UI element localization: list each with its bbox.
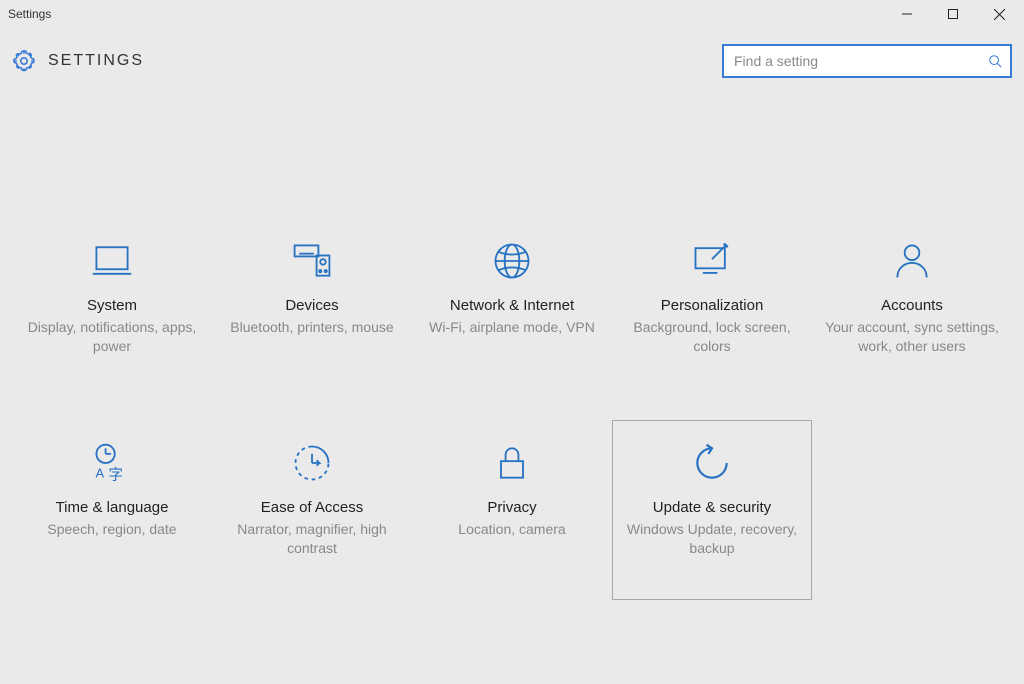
tile-time-language[interactable]: A 字 Time & language Speech, region, date: [12, 420, 212, 600]
header-left: SETTINGS: [12, 49, 144, 73]
tile-subtitle: Speech, region, date: [47, 520, 176, 539]
tile-title: System: [87, 297, 137, 314]
svg-text:A: A: [96, 466, 105, 481]
tile-title: Privacy: [487, 499, 536, 516]
maximize-icon: [948, 9, 958, 19]
tile-ease-of-access[interactable]: Ease of Access Narrator, magnifier, high…: [212, 420, 412, 600]
header: SETTINGS: [0, 28, 1024, 78]
tile-subtitle: Your account, sync settings, work, other…: [823, 318, 1001, 356]
tile-subtitle: Location, camera: [458, 520, 565, 539]
personalization-icon: [690, 239, 734, 283]
tile-title: Devices: [285, 297, 338, 314]
gear-icon: [12, 49, 36, 73]
tile-subtitle: Display, notifications, apps, power: [23, 318, 201, 356]
display-icon: [90, 239, 134, 283]
globe-icon: [490, 239, 534, 283]
tile-system[interactable]: System Display, notifications, apps, pow…: [12, 218, 212, 398]
tile-title: Network & Internet: [450, 297, 574, 314]
search-icon: [988, 54, 1002, 68]
tile-update-security[interactable]: Update & security Windows Update, recove…: [612, 420, 812, 600]
minimize-button[interactable]: [884, 0, 930, 28]
tile-subtitle: Bluetooth, printers, mouse: [230, 318, 393, 337]
close-icon: [994, 9, 1005, 20]
titlebar: Settings: [0, 0, 1024, 28]
svg-text:字: 字: [108, 467, 123, 484]
close-button[interactable]: [976, 0, 1022, 28]
search-box[interactable]: [722, 44, 1012, 78]
tile-personalization[interactable]: Personalization Background, lock screen,…: [612, 218, 812, 398]
tile-title: Time & language: [56, 499, 169, 516]
lock-icon: [490, 441, 534, 485]
devices-icon: [290, 239, 334, 283]
tile-title: Accounts: [881, 297, 943, 314]
tile-subtitle: Wi-Fi, airplane mode, VPN: [429, 318, 595, 337]
time-language-icon: A 字: [90, 441, 134, 485]
tile-accounts[interactable]: Accounts Your account, sync settings, wo…: [812, 218, 1012, 398]
search-input[interactable]: [732, 46, 988, 76]
tile-title: Update & security: [653, 499, 771, 516]
tile-devices[interactable]: Devices Bluetooth, printers, mouse: [212, 218, 412, 398]
page-title: SETTINGS: [48, 52, 144, 70]
tile-network[interactable]: Network & Internet Wi-Fi, airplane mode,…: [412, 218, 612, 398]
maximize-button[interactable]: [930, 0, 976, 28]
minimize-icon: [902, 9, 912, 19]
update-icon: [690, 441, 734, 485]
person-icon: [890, 239, 934, 283]
tile-subtitle: Background, lock screen, colors: [623, 318, 801, 356]
tile-grid: System Display, notifications, apps, pow…: [0, 218, 1024, 600]
tile-title: Ease of Access: [261, 499, 364, 516]
window-controls: [884, 0, 1022, 28]
ease-of-access-icon: [290, 441, 334, 485]
window-title: Settings: [8, 7, 51, 21]
tile-subtitle: Narrator, magnifier, high contrast: [223, 520, 401, 558]
tile-subtitle: Windows Update, recovery, backup: [623, 520, 801, 558]
tile-privacy[interactable]: Privacy Location, camera: [412, 420, 612, 600]
tile-title: Personalization: [661, 297, 764, 314]
